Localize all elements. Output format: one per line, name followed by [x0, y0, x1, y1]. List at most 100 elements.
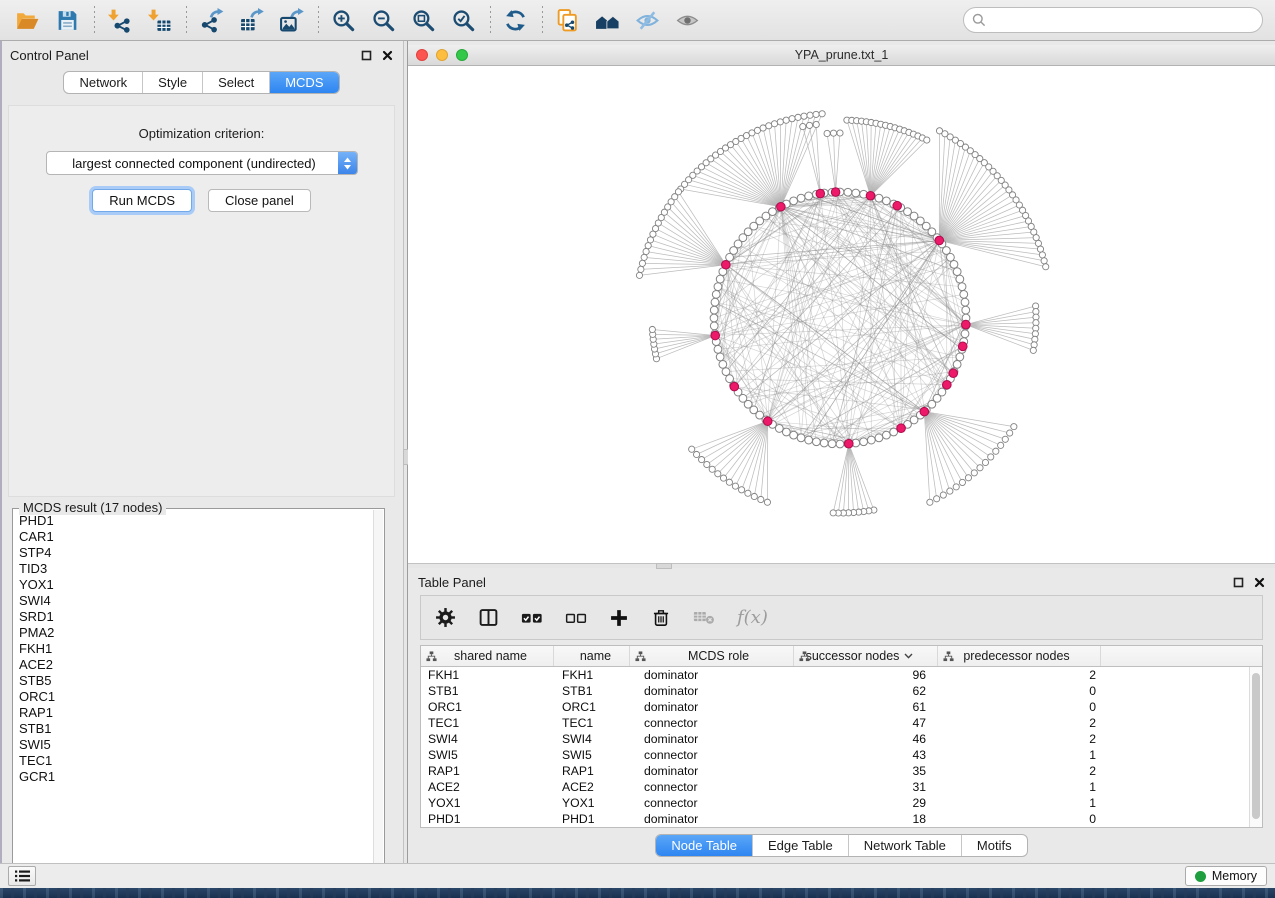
- column-header-predecessor-nodes[interactable]: predecessor nodes: [938, 646, 1101, 666]
- network-node[interactable]: [956, 275, 964, 283]
- leaf-node[interactable]: [789, 116, 795, 122]
- mcds-result-item[interactable]: RAP1: [19, 705, 372, 721]
- leaf-node[interactable]: [795, 114, 801, 120]
- mcds-node[interactable]: [943, 380, 952, 389]
- table-row[interactable]: YOX1YOX1connector291: [421, 795, 1262, 811]
- zoom-out-button[interactable]: [368, 5, 398, 35]
- network-node[interactable]: [860, 438, 868, 446]
- leaf-node[interactable]: [993, 448, 999, 454]
- leaf-node[interactable]: [777, 119, 783, 125]
- leaf-node[interactable]: [934, 496, 940, 502]
- leaf-node[interactable]: [813, 121, 819, 127]
- network-node[interactable]: [844, 188, 852, 196]
- network-node[interactable]: [714, 283, 722, 291]
- leaf-node[interactable]: [636, 272, 642, 278]
- leaf-node[interactable]: [971, 470, 977, 476]
- mcds-dominator-node[interactable]: [935, 236, 944, 245]
- table-row[interactable]: TEC1TEC1connector472: [421, 715, 1262, 731]
- run-mcds-button[interactable]: Run MCDS: [92, 189, 192, 212]
- leaf-node[interactable]: [649, 326, 655, 332]
- mcds-result-item[interactable]: FKH1: [19, 641, 372, 657]
- table-settings-gear-icon[interactable]: [435, 607, 456, 628]
- leaf-node[interactable]: [698, 456, 704, 462]
- table-row[interactable]: ORC1ORC1dominator610: [421, 699, 1262, 715]
- leaf-node[interactable]: [807, 112, 813, 118]
- leaf-node[interactable]: [830, 130, 836, 136]
- mcds-node[interactable]: [958, 342, 967, 351]
- tab-edge-table[interactable]: Edge Table: [752, 835, 848, 856]
- network-node[interactable]: [805, 192, 813, 200]
- export-table-button[interactable]: [236, 5, 266, 35]
- hide-selected-button[interactable]: [632, 5, 662, 35]
- mcds-dominator-node[interactable]: [831, 188, 840, 197]
- leaf-node[interactable]: [947, 488, 953, 494]
- mcds-dominator-node[interactable]: [816, 189, 825, 198]
- clone-network-button[interactable]: [552, 5, 582, 35]
- network-canvas[interactable]: [408, 66, 1275, 563]
- zoom-fit-button[interactable]: [408, 5, 438, 35]
- network-node[interactable]: [714, 345, 722, 353]
- mcds-result-item[interactable]: SRD1: [19, 609, 372, 625]
- network-node[interactable]: [790, 197, 798, 205]
- leaf-node[interactable]: [830, 510, 836, 516]
- network-node[interactable]: [722, 368, 730, 376]
- leaf-node[interactable]: [940, 492, 946, 498]
- leaf-node[interactable]: [1007, 430, 1013, 436]
- mcds-result-item[interactable]: ORC1: [19, 689, 372, 705]
- leaf-node[interactable]: [1041, 258, 1047, 264]
- network-node[interactable]: [958, 283, 966, 291]
- leaf-node[interactable]: [751, 493, 757, 499]
- mcds-result-item[interactable]: GCR1: [19, 769, 372, 785]
- mcds-dominator-node[interactable]: [711, 331, 720, 340]
- leaf-node[interactable]: [732, 483, 738, 489]
- network-node[interactable]: [961, 298, 969, 306]
- leaf-node[interactable]: [813, 111, 819, 117]
- add-column-icon[interactable]: [609, 608, 629, 628]
- leaf-node[interactable]: [824, 130, 830, 136]
- mcds-result-item[interactable]: STB5: [19, 673, 372, 689]
- scrollbar-thumb[interactable]: [1252, 673, 1260, 819]
- zoom-selected-button[interactable]: [448, 5, 478, 35]
- export-network-button[interactable]: [196, 5, 226, 35]
- mcds-result-item[interactable]: CAR1: [19, 529, 372, 545]
- table-row[interactable]: STB1STB1dominator620: [421, 683, 1262, 699]
- leaf-node[interactable]: [977, 465, 983, 471]
- network-node[interactable]: [782, 428, 790, 436]
- table-row[interactable]: RAP1RAP1dominator352: [421, 763, 1262, 779]
- leaf-node[interactable]: [924, 137, 930, 143]
- tab-node-table[interactable]: Node Table: [656, 835, 752, 856]
- open-file-button[interactable]: [12, 5, 42, 35]
- leaf-node[interactable]: [638, 266, 644, 272]
- leaf-node[interactable]: [745, 490, 751, 496]
- network-node[interactable]: [716, 275, 724, 283]
- network-node[interactable]: [875, 194, 883, 202]
- import-table-button[interactable]: [144, 5, 174, 35]
- network-node[interactable]: [790, 431, 798, 439]
- network-node[interactable]: [882, 431, 890, 439]
- network-node[interactable]: [726, 375, 734, 383]
- leaf-node[interactable]: [1035, 240, 1041, 246]
- float-panel-icon[interactable]: [361, 50, 372, 61]
- network-node[interactable]: [953, 360, 961, 368]
- leaf-node[interactable]: [766, 123, 772, 129]
- network-node[interactable]: [947, 253, 955, 261]
- deselect-all-icon[interactable]: [565, 610, 587, 626]
- leaf-node[interactable]: [982, 459, 988, 465]
- network-node[interactable]: [882, 197, 890, 205]
- network-node[interactable]: [962, 306, 970, 314]
- tab-mcds[interactable]: MCDS: [269, 72, 338, 93]
- table-row[interactable]: PHD1PHD1dominator180: [421, 811, 1262, 827]
- tab-network[interactable]: Network: [64, 72, 142, 93]
- tab-style[interactable]: Style: [142, 72, 202, 93]
- mcds-result-item[interactable]: PHD1: [19, 513, 372, 529]
- zoom-in-button[interactable]: [328, 5, 358, 35]
- leaf-node[interactable]: [998, 442, 1004, 448]
- column-header-name[interactable]: name: [554, 646, 630, 666]
- leaf-node[interactable]: [709, 466, 715, 472]
- leaf-node[interactable]: [704, 461, 710, 467]
- network-node[interactable]: [960, 290, 968, 298]
- leaf-node[interactable]: [801, 113, 807, 119]
- mcds-dominator-node[interactable]: [777, 202, 786, 211]
- network-node[interactable]: [956, 353, 964, 361]
- leaf-node[interactable]: [965, 475, 971, 481]
